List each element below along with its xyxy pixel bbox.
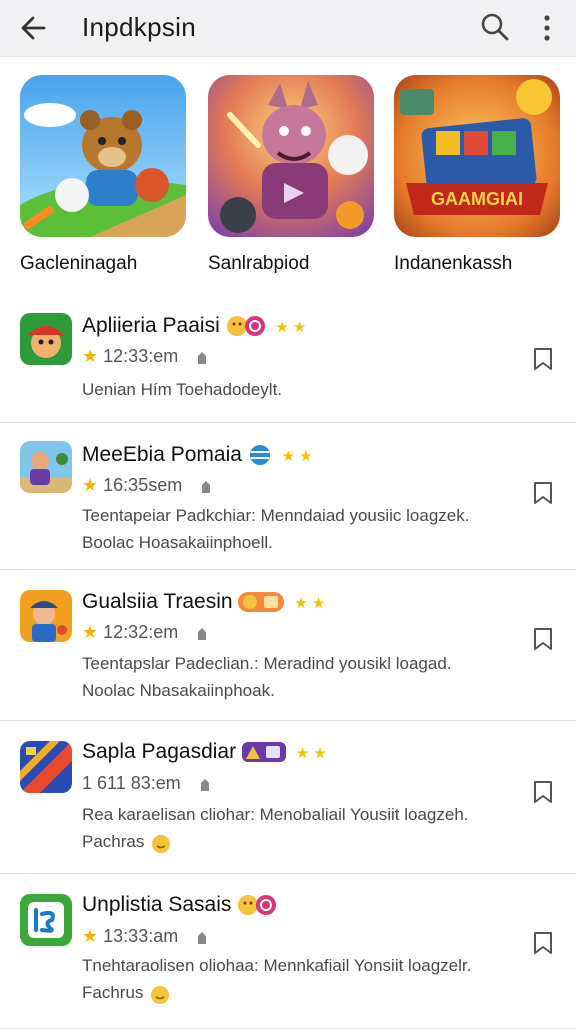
list-item[interactable]: Sapla Pagasdiar ★ ★ 1 611 83:em Rea kara…	[0, 721, 576, 874]
app-icon	[20, 741, 72, 793]
bookmark-icon[interactable]	[531, 626, 555, 652]
app-time: 16:35sem	[103, 475, 183, 495]
app-icon	[20, 313, 72, 365]
art-banner-text: GAAMGIAI	[431, 189, 523, 209]
bookmark-icon[interactable]	[531, 779, 555, 805]
rating-stars: ★ ★	[294, 595, 326, 612]
app-name: Unplistia Sasais	[82, 893, 277, 917]
list-item[interactable]: Unplistia Sasais ★ 13:33:am Tnehtaraolis…	[0, 874, 576, 1029]
featured-card[interactable]: Sanlrabpiod	[208, 75, 374, 275]
star-icon: ★	[82, 926, 99, 946]
featured-card[interactable]: GAAMGIAI Indanenkassh	[394, 75, 560, 275]
board-game-art: GAAMGIAI	[394, 75, 560, 237]
app-meta: ★ 12:32:em	[82, 622, 211, 643]
featured-label: Indanenkassh	[394, 253, 513, 274]
lock-icon	[202, 481, 211, 494]
app-icon	[20, 441, 72, 493]
featured-label: Gacleninagah	[20, 253, 138, 274]
emoji-badge-icon	[226, 316, 265, 337]
rating-stars: ★ ★	[275, 319, 307, 336]
app-icon	[20, 894, 72, 946]
more-vertical-icon[interactable]	[534, 12, 560, 44]
star-icon: ★	[82, 475, 99, 495]
page-title: Inpdkpsin	[82, 12, 196, 42]
app-list: Apliieria Paaisi ★ ★ ★ 12:33:em Uenian H…	[0, 292, 576, 1029]
app-description: Teentapslar Padeclian.: Meradind yousikl…	[82, 654, 452, 700]
emoji-icon	[151, 985, 170, 1004]
top-app-bar: Inpdkpsin	[0, 0, 576, 57]
featured-card[interactable]: Gacleninagah	[20, 75, 186, 275]
app-time: 12:33:em	[103, 346, 179, 366]
lock-icon	[198, 628, 207, 641]
arrow-left-icon[interactable]	[16, 10, 52, 46]
lock-icon	[198, 352, 207, 365]
emoji-badge-icon	[238, 592, 285, 613]
bookmark-icon[interactable]	[531, 930, 555, 956]
search-icon[interactable]	[478, 10, 512, 44]
list-item[interactable]: Gualsiia Traesin ★ ★ ★ 12:32:em Teentaps…	[0, 570, 576, 721]
bookmark-icon[interactable]	[531, 346, 555, 372]
app-time: 1 611 83:em	[82, 773, 181, 793]
emoji-badge-icon	[238, 895, 277, 916]
app-meta: 1 611 83:em	[82, 773, 214, 794]
star-icon: ★	[82, 346, 99, 366]
app-meta: ★ 12:33:em	[82, 346, 211, 367]
emoji-badge-icon	[241, 742, 286, 763]
app-time: 13:33:am	[103, 926, 179, 946]
app-name: Gualsiia Traesin ★ ★	[82, 590, 326, 613]
emoji-icon	[152, 834, 171, 853]
lock-icon	[198, 932, 207, 945]
rating-stars: ★ ★	[295, 745, 327, 762]
star-icon: ★	[82, 622, 99, 642]
app-description: Rea karaelisan cliohar: Menobaliail Yous…	[82, 801, 522, 855]
bear-runner-game-art	[20, 75, 186, 237]
rating-stars: ★ ★	[281, 448, 313, 465]
app-description: Tnehtaraolisen oliohaa: Mennkafiail Yons…	[82, 952, 522, 1006]
app-description: Teentapeiar Padkchiar: Menndaiad yousiic…	[82, 506, 470, 552]
app-name: Sapla Pagasdiar ★ ★	[82, 740, 327, 763]
app-name: Apliieria Paaisi ★ ★	[82, 314, 307, 337]
featured-label: Sanlrabpiod	[208, 253, 310, 274]
fox-fighter-game-art	[208, 75, 374, 237]
globe-badge-icon	[249, 445, 270, 466]
app-icon	[20, 590, 72, 642]
app-time: 12:32:em	[103, 622, 179, 642]
bookmark-icon[interactable]	[531, 480, 555, 506]
app-meta: ★ 16:35sem	[82, 475, 215, 496]
app-name: MeeEbia Pomaia ★ ★	[82, 443, 313, 466]
app-description: Uenian Hím Toehadodeylt.	[82, 380, 283, 399]
app-meta: ★ 13:33:am	[82, 926, 211, 947]
lock-icon	[200, 779, 209, 792]
list-item[interactable]: Apliieria Paaisi ★ ★ ★ 12:33:em Uenian H…	[0, 292, 576, 423]
list-item[interactable]: MeeEbia Pomaia ★ ★ ★ 16:35sem Teentapeia…	[0, 423, 576, 570]
